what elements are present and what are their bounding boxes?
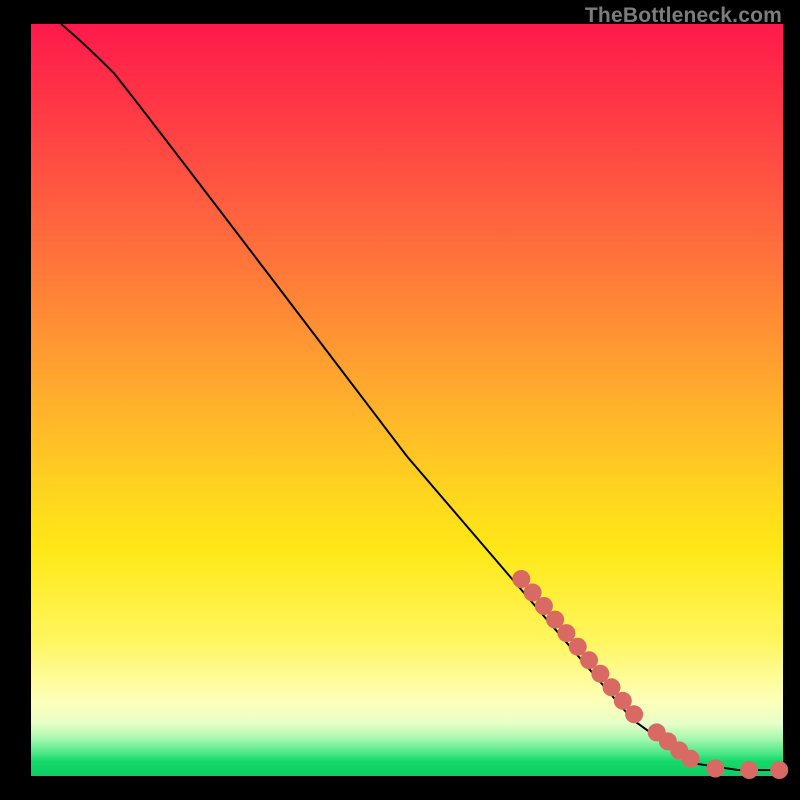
curve-marker xyxy=(770,761,788,779)
curve-marker xyxy=(682,750,700,768)
curve-marker xyxy=(625,705,643,723)
watermark-text: TheBottleneck.com xyxy=(585,4,782,28)
chart-svg xyxy=(31,24,783,776)
marker-group xyxy=(512,570,788,779)
curve-marker xyxy=(706,760,724,778)
curve-marker xyxy=(740,761,758,779)
curve-line xyxy=(61,24,783,770)
chart-frame: TheBottleneck.com xyxy=(0,0,800,800)
